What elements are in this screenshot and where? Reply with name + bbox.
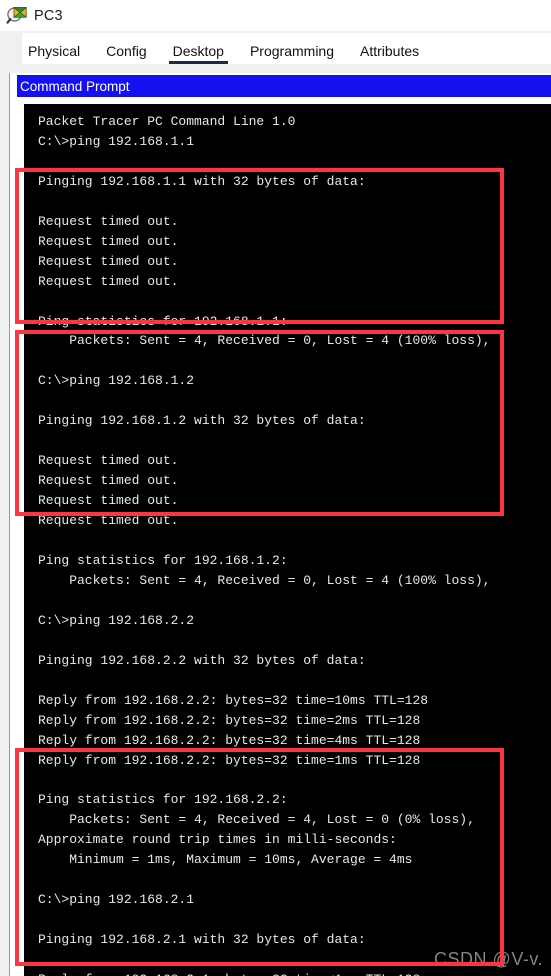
tab-attributes[interactable]: Attributes	[360, 43, 419, 64]
tab-physical[interactable]: Physical	[28, 43, 80, 64]
tab-desktop[interactable]: Desktop	[168, 43, 229, 64]
tab-programming[interactable]: Programming	[250, 43, 334, 64]
terminal-text: Packet Tracer PC Command Line 1.0 C:\>pi…	[38, 114, 491, 976]
terminal-output-area[interactable]: Packet Tracer PC Command Line 1.0 C:\>pi…	[24, 104, 551, 976]
command-prompt-titlebar: Command Prompt	[17, 75, 551, 97]
packet-tracer-inspect-icon	[6, 5, 28, 27]
command-prompt-panel: Command Prompt Packet Tracer PC Command …	[9, 73, 551, 976]
window-titlebar: PC3	[0, 0, 551, 31]
command-prompt-title: Command Prompt	[20, 78, 130, 94]
window-title: PC3	[34, 7, 63, 24]
device-tab-bar: Physical Config Desktop Programming Attr…	[22, 33, 551, 64]
tab-config[interactable]: Config	[106, 43, 146, 64]
device-config-window: Physical Config Desktop Programming Attr…	[0, 31, 551, 976]
